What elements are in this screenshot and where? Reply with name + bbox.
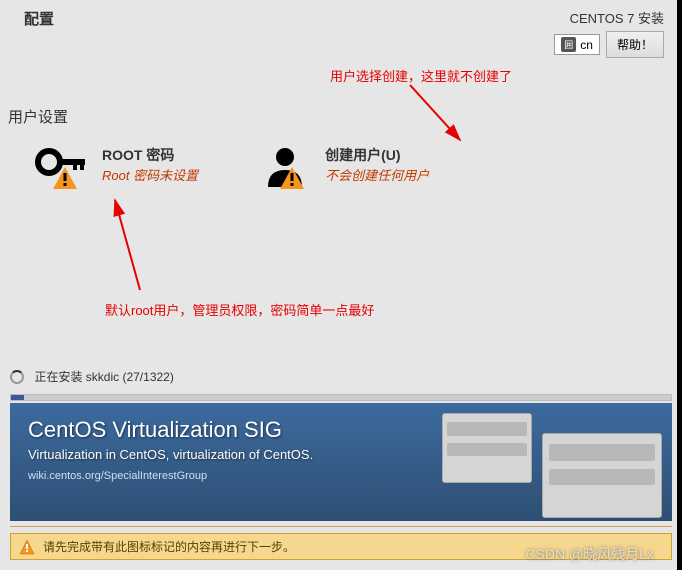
root-subtitle: Root 密码未设置 [102,165,198,184]
page-title: 配置 [24,8,54,29]
keyboard-value: cn [580,38,593,52]
user-subtitle: 不会创建任何用户 [325,165,429,184]
root-password-option[interactable]: ROOT 密码 Root 密码未设置 [35,145,198,190]
key-warning-icon [35,145,90,190]
root-title: ROOT 密码 [102,145,198,165]
server-illustration [422,403,672,521]
create-user-option[interactable]: 创建用户(U) 不会创建任何用户 [258,145,429,190]
keyboard-icon: 囲 [561,37,576,52]
install-label: CENTOS 7 安装 [554,8,664,27]
user-warning-icon [258,145,313,190]
arrow-annotation-icon [100,195,160,295]
help-button[interactable]: 帮助！ [606,31,664,58]
window-border [677,0,682,570]
annotation-top: 用户选择创建，这里就不创建了 [330,66,512,85]
warning-text: 请先完成带有此图标标记的内容再进行下一步。 [43,538,295,555]
user-title: 创建用户(U) [325,145,429,165]
warning-icon [19,539,35,555]
progress-fill [11,395,24,400]
banner: CentOS Virtualization SIG Virtualization… [10,403,672,521]
watermark: CSDN @晓风残月Lx [525,544,654,564]
section-title: 用户设置 [0,106,682,127]
keyboard-selector[interactable]: 囲 cn [554,34,600,55]
divider [10,526,672,527]
progress-text: 正在安装 skkdic (27/1322) [34,370,173,384]
annotation-bottom: 默认root用户，管理员权限，密码简单一点最好 [105,300,374,319]
spinner-icon [10,370,24,384]
progress-bar [10,394,672,401]
